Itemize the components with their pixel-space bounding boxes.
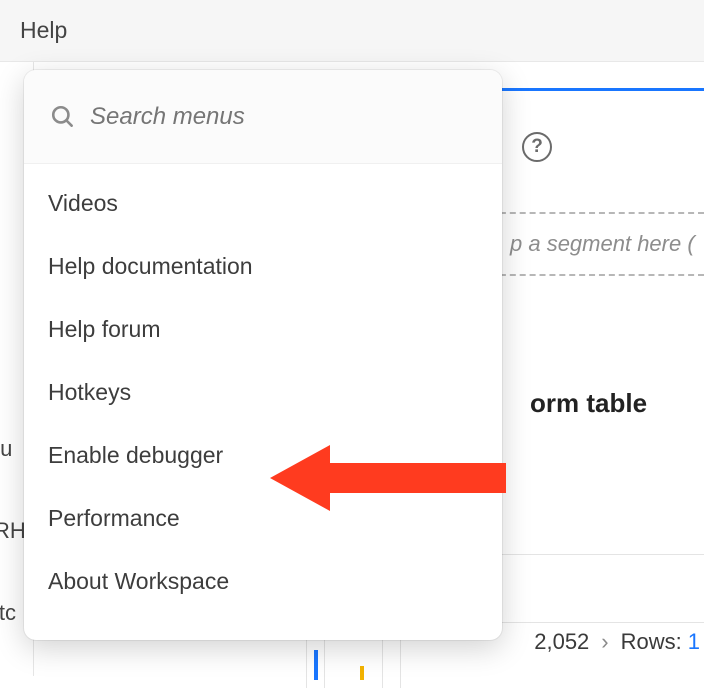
menu-search-input[interactable] xyxy=(90,103,476,131)
side-fragment-1: tu xyxy=(0,436,12,462)
menu-item-help-documentation[interactable]: Help documentation xyxy=(24,235,502,298)
help-circle-icon[interactable]: ? xyxy=(522,132,552,162)
row-count: 2,052 xyxy=(534,629,589,655)
mini-chart xyxy=(286,640,406,680)
menu-item-videos[interactable]: Videos xyxy=(24,172,502,235)
top-bar: Help xyxy=(0,0,704,62)
menu-item-about-workspace[interactable]: About Workspace xyxy=(24,550,502,613)
menu-item-help-forum[interactable]: Help forum xyxy=(24,298,502,361)
help-circle-glyph: ? xyxy=(531,136,543,158)
side-fragment-3: itc xyxy=(0,600,16,626)
menu-item-enable-debugger[interactable]: Enable debugger xyxy=(24,424,502,487)
rows-label: Rows: xyxy=(621,629,682,655)
segment-drop-hint: p a segment here ( xyxy=(510,231,695,257)
help-dropdown-menu: Videos Help documentation Help forum Hot… xyxy=(24,70,502,640)
menu-search-row xyxy=(24,70,502,164)
tab-underline xyxy=(500,88,704,91)
chevron-right-icon[interactable]: › xyxy=(601,629,608,655)
side-fragment-2: RH xyxy=(0,518,26,544)
menu-list: Videos Help documentation Help forum Hot… xyxy=(24,164,502,613)
help-menu-trigger[interactable]: Help xyxy=(20,17,67,44)
rows-number[interactable]: 1 xyxy=(688,629,700,655)
menu-item-hotkeys[interactable]: Hotkeys xyxy=(24,361,502,424)
freeform-table-title: orm table xyxy=(530,388,647,419)
search-icon xyxy=(50,104,76,130)
menu-item-performance[interactable]: Performance xyxy=(24,487,502,550)
segment-drop-zone[interactable]: p a segment here ( xyxy=(490,212,704,276)
